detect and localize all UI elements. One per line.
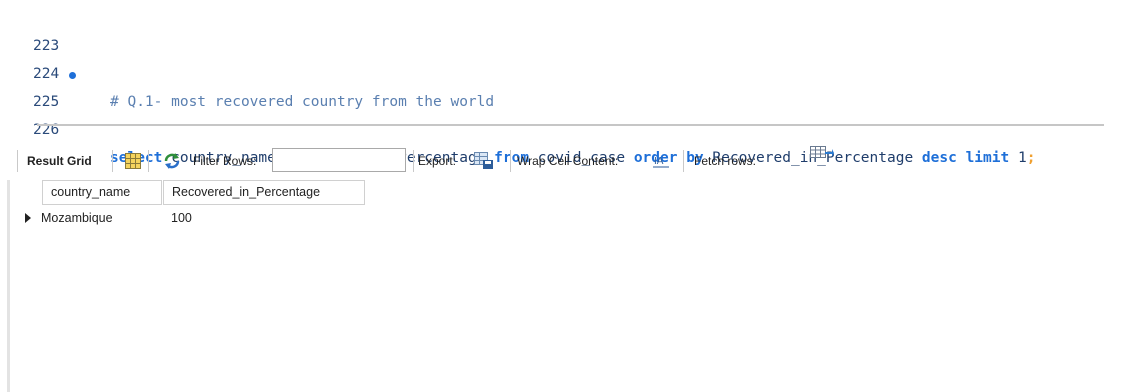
refresh-icon[interactable]	[163, 152, 181, 173]
export-icon[interactable]	[474, 152, 494, 173]
svg-text:IA: IA	[654, 156, 664, 167]
editor-line[interactable]: 223	[0, 4, 1130, 54]
filter-rows-label: Filter Rows:	[193, 154, 257, 168]
fetch-rows-icon[interactable]	[810, 146, 834, 167]
toolbar-divider	[112, 150, 113, 172]
column-header-recovered-in-percentage[interactable]: Recovered_in_Percentage	[163, 180, 365, 205]
sql-editor[interactable]: 223 224 # Q.1- most recovered country fr…	[0, 0, 1130, 166]
wrap-cell-icon[interactable]: IA	[653, 154, 669, 171]
table-cell[interactable]: Mozambique	[33, 207, 161, 229]
result-toolbar: Result Grid Filter Rows: Export: Wrap Ce…	[0, 142, 1130, 180]
wrap-cell-content-label: Wrap Cell Content:	[517, 154, 619, 168]
panel-splitter[interactable]	[37, 124, 1104, 126]
toolbar-divider	[683, 150, 684, 172]
editor-line[interactable]: 224 # Q.1- most recovered country from t…	[0, 32, 1130, 110]
table-cell[interactable]: 100	[163, 207, 371, 229]
toolbar-divider	[510, 150, 511, 172]
result-grid-tab[interactable]: Result Grid	[27, 149, 92, 173]
grid-row-header-rail	[7, 180, 10, 392]
grid-view-icon[interactable]	[125, 153, 141, 172]
toolbar-divider	[413, 150, 414, 172]
fetch-rows-label: Fetch rows:	[694, 154, 757, 168]
column-header-country-name[interactable]: country_name	[42, 180, 162, 205]
filter-rows-input[interactable]	[272, 148, 406, 172]
toolbar-divider	[148, 150, 149, 172]
statement-marker-icon	[69, 72, 76, 79]
editor-line[interactable]: 226	[0, 88, 1130, 138]
export-label: Export:	[418, 154, 457, 168]
editor-line[interactable]: 225 select country_name,Recovered_in_Per…	[0, 60, 1130, 166]
current-row-arrow-icon	[25, 213, 31, 223]
toolbar-divider	[17, 150, 18, 172]
line-number: 226	[33, 122, 60, 138]
